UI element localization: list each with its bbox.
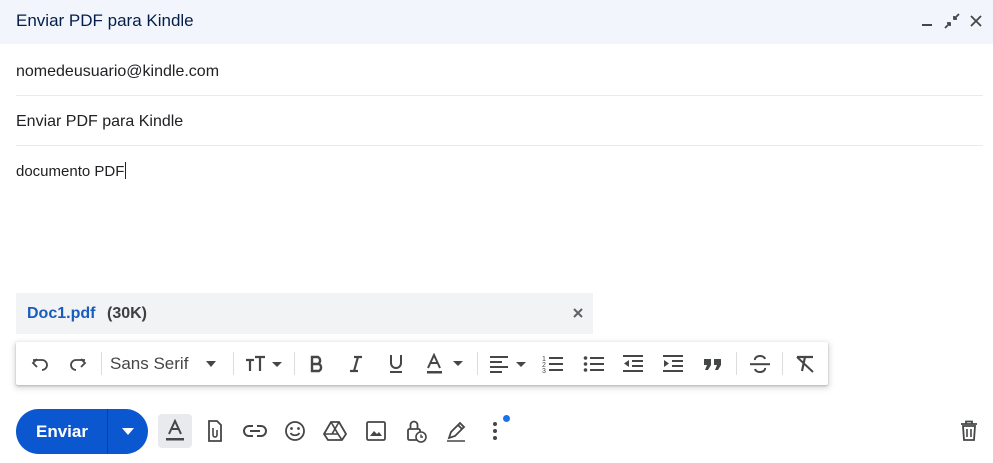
close-icon[interactable] — [967, 12, 985, 30]
attachment-size: (30K) — [107, 305, 148, 322]
message-body[interactable]: documento PDF — [16, 162, 127, 180]
notification-dot — [503, 415, 510, 422]
indent-more-icon[interactable] — [658, 342, 688, 385]
toolbar-divider — [294, 352, 295, 375]
chevron-down-icon — [122, 428, 134, 435]
toolbar-divider — [736, 352, 737, 375]
insert-link-icon[interactable] — [238, 414, 272, 448]
signature-icon[interactable] — [439, 414, 473, 448]
indent-less-icon[interactable] — [618, 342, 648, 385]
italic-icon[interactable] — [342, 342, 370, 385]
body-text: documento PDF — [16, 163, 125, 180]
toolbar-divider — [782, 352, 783, 375]
underline-icon[interactable] — [382, 342, 410, 385]
confidential-mode-icon[interactable] — [399, 414, 433, 448]
to-field[interactable]: nomedeusuario@kindle.com — [16, 46, 983, 96]
subject-value: Enviar PDF para Kindle — [16, 113, 184, 130]
remove-formatting-icon[interactable] — [790, 342, 820, 385]
subject-field[interactable]: Enviar PDF para Kindle — [16, 96, 983, 146]
numbered-list-icon[interactable]: 123 — [538, 342, 568, 385]
discard-draft-icon[interactable] — [952, 414, 986, 448]
font-name: Sans Serif — [110, 353, 189, 373]
redo-icon[interactable] — [64, 342, 92, 385]
attachment-chip[interactable]: Doc1.pdf (30K) — [16, 293, 593, 334]
text-cursor — [125, 162, 127, 179]
text-color-icon[interactable] — [422, 342, 468, 385]
formatting-toolbar: Sans Serif 123 — [16, 342, 828, 385]
font-select[interactable]: Sans Serif — [110, 342, 226, 385]
attach-file-icon[interactable] — [197, 414, 231, 448]
svg-text:3: 3 — [542, 368, 546, 374]
chevron-down-icon — [206, 360, 217, 367]
emoji-icon[interactable] — [278, 414, 312, 448]
bold-icon[interactable] — [303, 342, 331, 385]
exit-fullscreen-icon[interactable] — [943, 12, 961, 30]
toolbar-divider — [233, 352, 234, 375]
insert-photo-icon[interactable] — [359, 414, 393, 448]
toolbar-divider — [101, 352, 102, 375]
send-options-button[interactable] — [108, 409, 148, 454]
attachment-name[interactable]: Doc1.pdf — [27, 305, 95, 323]
font-size-icon[interactable] — [242, 342, 286, 385]
quote-icon[interactable] — [698, 342, 728, 385]
formatting-options-icon[interactable] — [158, 414, 192, 448]
bulleted-list-icon[interactable] — [579, 342, 609, 385]
send-label: Enviar — [36, 422, 88, 441]
undo-icon[interactable] — [26, 342, 54, 385]
strikethrough-icon[interactable] — [745, 342, 775, 385]
compose-header: Enviar PDF para Kindle — [0, 0, 993, 44]
toolbar-divider — [477, 352, 478, 375]
minimize-icon[interactable] — [918, 12, 936, 30]
to-value: nomedeusuario@kindle.com — [16, 63, 220, 80]
compose-title: Enviar PDF para Kindle — [16, 11, 194, 30]
send-button[interactable]: Enviar — [16, 409, 148, 454]
google-drive-icon[interactable] — [318, 414, 352, 448]
align-icon[interactable] — [486, 342, 530, 385]
remove-attachment-icon[interactable] — [571, 306, 585, 320]
